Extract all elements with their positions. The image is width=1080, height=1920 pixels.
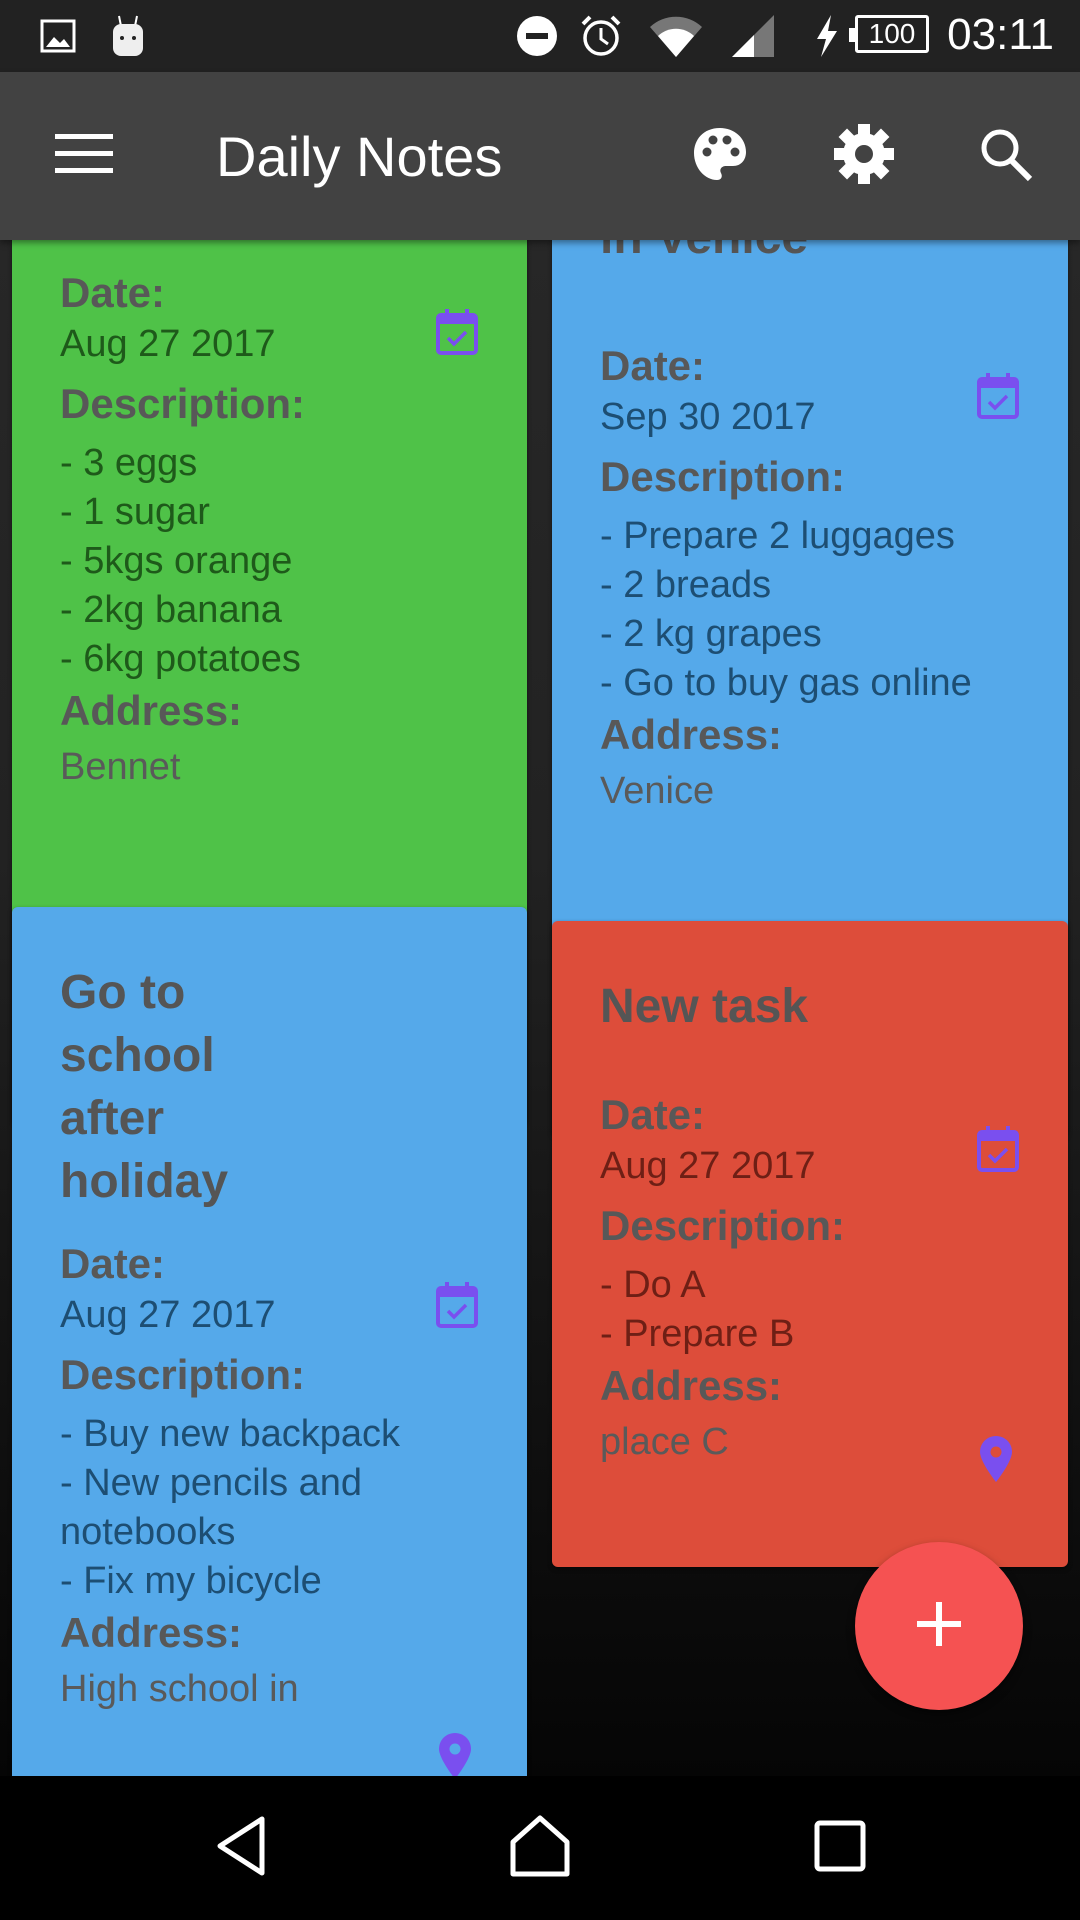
- address-value: High school in: [60, 1668, 299, 1710]
- search-icon: [978, 126, 1034, 187]
- address-label: Address:: [600, 1362, 783, 1409]
- description-list: - Do A - Prepare B: [600, 1261, 1020, 1359]
- address-value: Bennet: [60, 746, 181, 788]
- calendar-check-icon[interactable]: [976, 372, 1020, 420]
- date-label: Date:: [60, 1240, 166, 1287]
- home-button[interactable]: [490, 1806, 590, 1890]
- settings-icon: [833, 123, 895, 190]
- calendar-check-icon[interactable]: [976, 1125, 1020, 1173]
- description-list: - 3 eggs - 1 sugar - 5kgs orange - 2kg b…: [60, 439, 479, 684]
- description-line: - 3 eggs: [60, 442, 198, 484]
- do-not-disturb-icon: [514, 14, 560, 58]
- home-icon: [509, 1814, 571, 1883]
- wifi-icon: [648, 14, 704, 58]
- gallery-notification-icon: [38, 14, 78, 58]
- settings-button[interactable]: [824, 116, 904, 196]
- date-value: Aug 27 2017: [60, 1294, 276, 1336]
- description-line: - 5kgs orange: [60, 540, 293, 582]
- date-value: Aug 27 2017: [600, 1145, 816, 1187]
- date-value: Aug 27 2017: [60, 323, 276, 365]
- app-bar: Daily Notes: [0, 72, 1080, 240]
- description-label: Description:: [600, 453, 846, 500]
- description-line: - Fix my bicycle: [60, 1560, 322, 1602]
- recents-icon: [814, 1820, 866, 1877]
- app-title: Daily Notes: [216, 125, 503, 188]
- status-bar: 100 03:11: [0, 0, 1080, 72]
- description-line: - 6kg potatoes: [60, 638, 301, 680]
- cell-signal-icon: [728, 14, 778, 58]
- address-label: Address:: [60, 1609, 243, 1656]
- address-value: Venice: [600, 770, 715, 812]
- note-title: New task: [600, 980, 809, 1033]
- date-label: Date:: [60, 269, 166, 316]
- description-line: - 2 kg grapes: [600, 613, 822, 655]
- note-title: Go to school after holiday: [60, 966, 229, 1208]
- description-line: - 2 breads: [600, 564, 772, 606]
- description-line: - 2kg banana: [60, 589, 282, 631]
- status-time: 03:11: [947, 10, 1054, 59]
- back-icon: [214, 1815, 270, 1882]
- address-label: Address:: [60, 687, 243, 734]
- location-pin-icon[interactable]: [439, 1733, 471, 1776]
- plus-icon: [917, 1601, 961, 1651]
- date-label: Date:: [600, 1091, 706, 1138]
- recents-button[interactable]: [790, 1806, 890, 1890]
- search-button[interactable]: [966, 116, 1046, 196]
- address-label: Address:: [600, 711, 783, 758]
- description-line: - Do A: [600, 1264, 706, 1306]
- note-card[interactable]: New task Date: Aug 27 2017 Description: …: [552, 921, 1068, 1567]
- note-card[interactable]: Go to school after holiday Date: Aug 27 …: [12, 907, 527, 1776]
- description-list: - Prepare 2 luggages - 2 breads - 2 kg g…: [600, 512, 1020, 708]
- description-line: - Prepare 2 luggages: [600, 515, 955, 557]
- menu-icon: [55, 133, 113, 179]
- description-line: - Go to buy gas online: [600, 662, 972, 704]
- android-notification-icon: [108, 14, 148, 58]
- charging-icon: [812, 14, 842, 58]
- palette-button[interactable]: [680, 116, 760, 196]
- date-value: Sep 30 2017: [600, 396, 816, 438]
- description-line: - Prepare B: [600, 1313, 795, 1355]
- add-note-button[interactable]: [855, 1542, 1023, 1710]
- description-label: Description:: [60, 1351, 306, 1398]
- description-line: - Buy new backpack: [60, 1413, 401, 1455]
- description-line: - 1 sugar: [60, 491, 210, 533]
- location-pin-icon[interactable]: [980, 1436, 1012, 1482]
- calendar-check-icon[interactable]: [435, 308, 479, 356]
- palette-icon: [691, 125, 749, 188]
- battery-icon: 100: [849, 15, 929, 53]
- menu-button[interactable]: [44, 116, 124, 196]
- calendar-check-icon[interactable]: [435, 1281, 479, 1329]
- address-value: place C: [600, 1421, 729, 1463]
- battery-level: 100: [868, 18, 916, 49]
- note-title: in Venice: [600, 240, 1020, 269]
- back-button[interactable]: [192, 1806, 292, 1890]
- description-label: Description:: [600, 1202, 846, 1249]
- description-line: - New pencils and notebooks: [60, 1462, 363, 1553]
- navigation-bar: [0, 1776, 1080, 1920]
- description-list: - Buy new backpack - New pencils and not…: [60, 1410, 479, 1606]
- alarm-icon: [578, 14, 624, 58]
- description-label: Description:: [60, 380, 306, 427]
- date-label: Date:: [600, 342, 706, 389]
